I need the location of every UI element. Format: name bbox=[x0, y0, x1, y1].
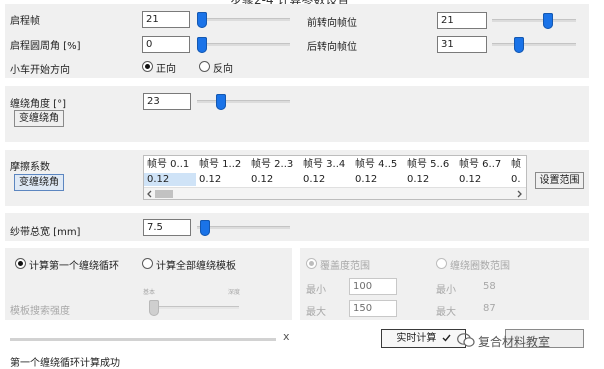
table-header-cell[interactable]: 帧号 6..7 bbox=[456, 158, 508, 171]
rear-turn-slider-track[interactable] bbox=[492, 43, 576, 46]
table-header-cell[interactable]: 帧号 3..4 bbox=[300, 158, 352, 171]
yarn-width-field[interactable]: 7.5 bbox=[143, 219, 191, 236]
yarn-width-label: 纱带总宽 [mm] bbox=[10, 227, 81, 238]
winding-angle-slider-track[interactable] bbox=[197, 100, 290, 103]
table-header-cell[interactable]: 帧号 5..6 bbox=[404, 158, 456, 171]
rounds-max-value: 87 bbox=[483, 303, 496, 314]
winding-angle-slider-thumb[interactable] bbox=[216, 94, 226, 110]
front-turn-slider-thumb[interactable] bbox=[543, 13, 553, 29]
slider-basic-label: 基本 bbox=[143, 289, 156, 296]
start-angle-label: 启程圆周角 [%] bbox=[10, 41, 81, 52]
table-cell[interactable]: 0.12 bbox=[300, 173, 352, 186]
winding-angle-label: 缠绕角度 [°] bbox=[10, 99, 66, 110]
rounds-range-radio[interactable] bbox=[436, 258, 447, 269]
table-cell[interactable]: 0. bbox=[508, 173, 526, 186]
slider-deep-label: 深度 bbox=[228, 289, 241, 296]
all-templates-radio[interactable] bbox=[142, 258, 153, 269]
all-templates-label[interactable]: 计算全部缠绕模板 bbox=[156, 257, 236, 272]
coverage-max-label: 最大 bbox=[306, 307, 326, 318]
start-angle-slider-thumb[interactable] bbox=[197, 37, 207, 53]
variable-friction-button[interactable]: 变缠绕角 bbox=[14, 174, 64, 191]
coverage-max-field[interactable]: 150 bbox=[349, 300, 397, 317]
variable-winding-angle-button[interactable]: 变缠绕角 bbox=[14, 110, 64, 127]
template-strength-slider-thumb[interactable] bbox=[149, 300, 159, 316]
yarn-width-slider-track[interactable] bbox=[197, 226, 290, 229]
direction-label: 小车开始方向 bbox=[10, 65, 70, 76]
start-parameters-panel bbox=[5, 4, 589, 78]
first-cycle-label[interactable]: 计算第一个缠绕循环 bbox=[29, 257, 119, 272]
coverage-range-label[interactable]: 覆盖度范围 bbox=[320, 257, 370, 272]
table-cell[interactable]: 0.12 bbox=[196, 173, 248, 186]
start-angle-slider-track[interactable] bbox=[197, 43, 290, 46]
start-frame-slider-track[interactable] bbox=[197, 18, 290, 21]
rounds-max-label: 最大 bbox=[436, 307, 456, 318]
rounds-range-label[interactable]: 缠绕圈数范围 bbox=[450, 257, 510, 272]
friction-table-header: 帧号 0..1 帧号 1..2 帧号 2..3 帧号 3..4 帧号 4..5 … bbox=[144, 158, 526, 171]
table-cell[interactable]: 0.12 bbox=[456, 173, 508, 186]
yarn-width-slider-thumb[interactable] bbox=[200, 220, 210, 236]
watermark-text: 复合材料教室 bbox=[478, 335, 551, 349]
front-turn-slider-track[interactable] bbox=[492, 19, 576, 22]
table-cell[interactable]: 0.12 bbox=[144, 173, 196, 186]
progress-bar bbox=[10, 338, 276, 341]
friction-label: 摩擦系数 bbox=[10, 162, 50, 173]
scroll-left-arrow-icon[interactable] bbox=[146, 190, 153, 198]
scroll-right-arrow-icon[interactable] bbox=[516, 190, 523, 198]
rear-turn-field[interactable]: 31 bbox=[437, 36, 487, 53]
reverse-radio-label[interactable]: 反向 bbox=[213, 60, 233, 75]
front-turn-label: 前转向帧位 bbox=[307, 18, 357, 29]
close-progress-button[interactable]: x bbox=[283, 330, 290, 343]
table-cell[interactable]: 0.12 bbox=[352, 173, 404, 186]
table-header-cell[interactable]: 帧号 4..5 bbox=[352, 158, 404, 171]
table-row: 0.12 0.12 0.12 0.12 0.12 0.12 0.12 0. bbox=[144, 173, 526, 186]
front-turn-field[interactable]: 21 bbox=[437, 12, 487, 29]
table-header-cell[interactable]: 帧 bbox=[508, 158, 526, 171]
table-header-cell[interactable]: 帧号 1..2 bbox=[196, 158, 248, 171]
start-frame-slider-thumb[interactable] bbox=[197, 12, 207, 28]
friction-table[interactable]: 帧号 0..1 帧号 1..2 帧号 2..3 帧号 3..4 帧号 4..5 … bbox=[143, 155, 527, 200]
start-frame-label: 启程帧 bbox=[10, 16, 40, 27]
start-frame-field[interactable]: 21 bbox=[142, 11, 190, 28]
coverage-min-label: 最小 bbox=[306, 285, 326, 296]
set-range-button[interactable]: 设置范围 bbox=[535, 172, 584, 189]
first-cycle-radio[interactable] bbox=[15, 258, 26, 269]
rear-turn-slider-thumb[interactable] bbox=[514, 37, 524, 53]
rounds-min-label: 最小 bbox=[436, 285, 456, 296]
forward-radio[interactable] bbox=[142, 61, 153, 72]
status-text: 第一个缠绕循环计算成功 bbox=[10, 358, 120, 369]
table-cell[interactable]: 0.12 bbox=[248, 173, 300, 186]
rounds-min-value: 58 bbox=[483, 281, 496, 292]
realtime-calc-label: 实时计算 bbox=[396, 333, 437, 344]
winding-angle-field[interactable]: 23 bbox=[143, 93, 191, 110]
realtime-calc-button[interactable]: 实时计算 bbox=[381, 329, 466, 348]
coverage-min-field[interactable]: 100 bbox=[349, 278, 397, 295]
rear-turn-label: 后转向帧位 bbox=[307, 42, 357, 53]
yarn-width-panel bbox=[5, 213, 589, 241]
wechat-logo-icon bbox=[457, 333, 475, 347]
table-header-cell[interactable]: 帧号 0..1 bbox=[144, 158, 196, 171]
template-strength-slider-track[interactable] bbox=[149, 306, 239, 309]
table-horizontal-scrollbar[interactable] bbox=[144, 187, 526, 199]
table-cell[interactable]: 0.12 bbox=[404, 173, 456, 186]
table-header-cell[interactable]: 帧号 2..3 bbox=[248, 158, 300, 171]
check-icon bbox=[442, 334, 451, 342]
start-angle-field[interactable]: 0 bbox=[142, 36, 190, 53]
winding-angle-panel bbox=[5, 86, 589, 142]
coverage-range-radio[interactable] bbox=[306, 258, 317, 269]
template-strength-label: 模板搜索强度 bbox=[10, 306, 70, 317]
reverse-radio[interactable] bbox=[199, 61, 210, 72]
table-scroll-thumb[interactable] bbox=[155, 190, 173, 198]
forward-radio-label[interactable]: 正向 bbox=[156, 60, 176, 75]
